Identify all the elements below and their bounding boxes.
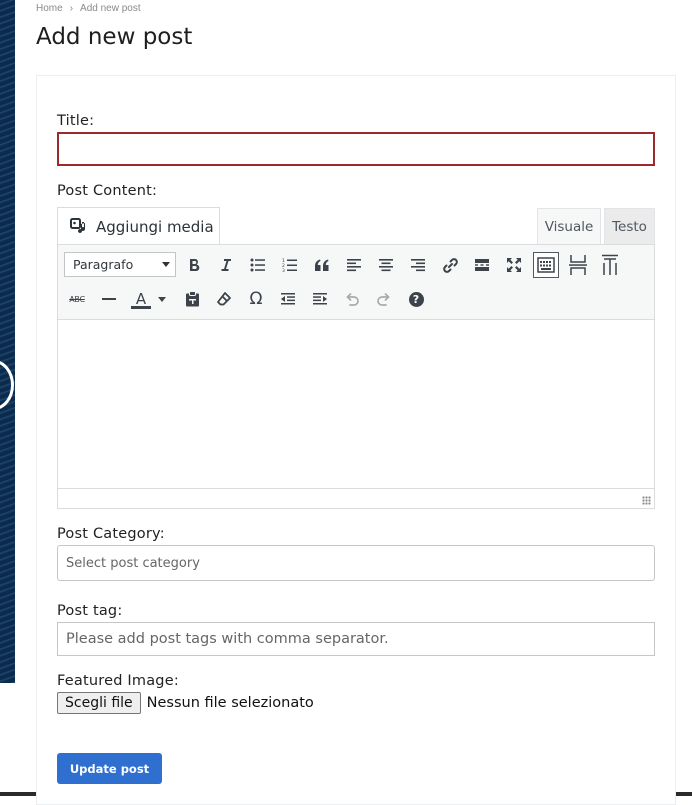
- help-icon: ?: [408, 291, 424, 307]
- text-color-button[interactable]: A: [128, 286, 154, 312]
- add-media-label: Aggiungi media: [96, 217, 214, 236]
- align-left-icon: [347, 259, 361, 272]
- indent-icon: [313, 293, 327, 305]
- link-button[interactable]: [437, 252, 463, 278]
- media-icon: [70, 217, 86, 233]
- align-right-icon: [411, 259, 425, 272]
- featured-image-label: Featured Image:: [57, 673, 179, 689]
- bullet-list-button[interactable]: [245, 252, 271, 278]
- align-left-button[interactable]: [341, 252, 367, 278]
- breadcrumb-current: Add new post: [80, 3, 141, 14]
- category-input[interactable]: [57, 545, 655, 581]
- content-editor[interactable]: [57, 320, 655, 489]
- horizontal-line-button[interactable]: [96, 286, 122, 312]
- blockquote-button[interactable]: [309, 252, 335, 278]
- align-center-icon: [379, 259, 393, 272]
- italic-icon: [221, 259, 231, 271]
- embed-icon: [602, 254, 618, 275]
- read-more-button[interactable]: [469, 252, 495, 278]
- special-char-icon: Ω: [249, 289, 263, 309]
- decoration-ring: [0, 360, 14, 410]
- align-right-button[interactable]: [405, 252, 431, 278]
- tag-label: Post tag:: [57, 603, 123, 619]
- fullscreen-button[interactable]: [501, 252, 527, 278]
- clear-format-icon: [217, 292, 231, 306]
- resize-handle-icon[interactable]: [642, 496, 651, 505]
- breadcrumb: Home › Add new post: [36, 3, 141, 14]
- content-label: Post Content:: [57, 183, 158, 199]
- tab-text[interactable]: Testo: [604, 208, 655, 245]
- blockquote-icon: [315, 259, 329, 271]
- editor-statusbar: [57, 488, 655, 509]
- text-color-dropdown[interactable]: [154, 286, 170, 312]
- strikethrough-button[interactable]: ABC: [64, 286, 90, 312]
- outdent-button[interactable]: [275, 286, 301, 312]
- embed-button[interactable]: [597, 252, 623, 278]
- page-break-button[interactable]: [565, 252, 591, 278]
- redo-icon: [377, 293, 390, 306]
- indent-button[interactable]: [307, 286, 333, 312]
- horizontal-line-icon: [102, 298, 116, 300]
- page-title: Add new post: [36, 24, 193, 50]
- breadcrumb-separator: ›: [69, 3, 74, 14]
- file-status: Nessun file selezionato: [146, 695, 314, 711]
- breadcrumb-home[interactable]: Home: [36, 3, 63, 14]
- toolbar-toggle-button[interactable]: [533, 252, 559, 278]
- chevron-down-icon: [162, 262, 170, 267]
- redo-button[interactable]: [371, 286, 397, 312]
- update-post-button[interactable]: Update post: [57, 753, 162, 784]
- outdent-icon: [281, 293, 295, 305]
- undo-icon: [346, 293, 359, 306]
- italic-button[interactable]: [213, 252, 239, 278]
- tab-visual[interactable]: Visuale: [537, 208, 601, 245]
- bullet-list-icon: [250, 258, 265, 272]
- link-icon: [442, 257, 458, 273]
- title-label: Title:: [57, 113, 95, 129]
- category-label: Post Category:: [57, 526, 165, 542]
- page-break-icon: [569, 255, 587, 275]
- text-color-icon: A: [131, 289, 151, 309]
- bold-button[interactable]: [181, 252, 207, 278]
- strikethrough-icon: ABC: [69, 294, 85, 304]
- undo-button[interactable]: [339, 286, 365, 312]
- paste-text-button[interactable]: [179, 286, 205, 312]
- fullscreen-icon: [507, 258, 521, 272]
- align-center-button[interactable]: [373, 252, 399, 278]
- help-button[interactable]: ?: [403, 286, 429, 312]
- title-input[interactable]: [57, 132, 655, 166]
- paste-text-icon: [185, 291, 199, 307]
- numbered-list-icon: 123: [282, 258, 297, 273]
- format-select-value: Paragrafo: [73, 257, 134, 272]
- chevron-down-icon: [158, 296, 166, 302]
- file-picker: Scegli file Nessun file selezionato: [57, 692, 314, 714]
- tag-input[interactable]: [57, 622, 655, 656]
- bold-icon: [190, 259, 200, 272]
- special-char-button[interactable]: Ω: [243, 286, 269, 312]
- add-media-button[interactable]: Aggiungi media: [57, 207, 220, 245]
- numbered-list-button[interactable]: 123: [277, 252, 303, 278]
- background-decoration: [0, 0, 15, 683]
- clear-format-button[interactable]: [211, 286, 237, 312]
- format-select[interactable]: Paragrafo: [64, 252, 176, 277]
- choose-file-button[interactable]: Scegli file: [57, 692, 141, 714]
- toolbar-toggle-icon: [537, 257, 555, 273]
- svg-text:3: 3: [282, 268, 285, 273]
- read-more-icon: [475, 259, 489, 271]
